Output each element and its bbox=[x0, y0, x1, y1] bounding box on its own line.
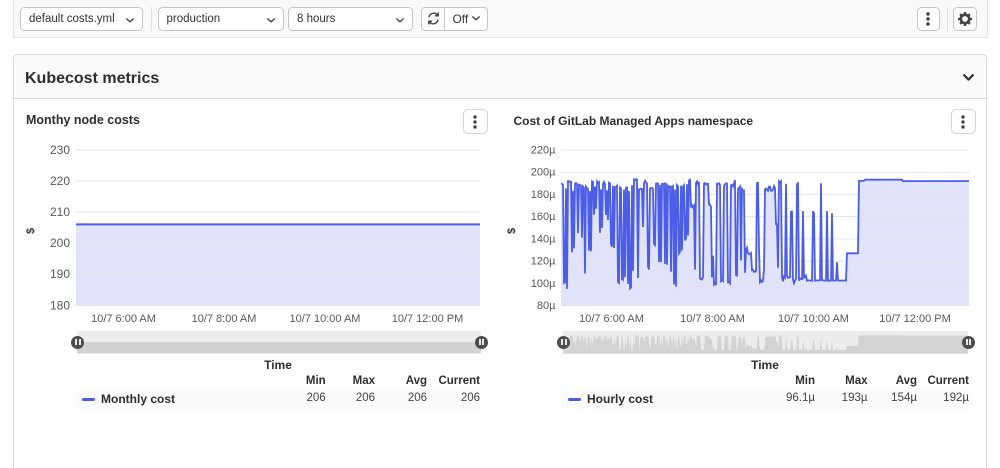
svg-text:100µ: 100µ bbox=[531, 278, 556, 290]
svg-text:210: 210 bbox=[50, 205, 70, 219]
svg-text:$: $ bbox=[506, 228, 518, 234]
svg-text:10/7 12:00 PM: 10/7 12:00 PM bbox=[392, 313, 464, 325]
svg-text:200: 200 bbox=[50, 236, 70, 250]
svg-text:180µ: 180µ bbox=[531, 189, 556, 201]
svg-text:140µ: 140µ bbox=[531, 233, 556, 245]
svg-text:10/7 8:00 AM: 10/7 8:00 AM bbox=[680, 313, 745, 325]
svg-text:120µ: 120µ bbox=[531, 256, 556, 268]
svg-text:160µ: 160µ bbox=[531, 211, 556, 223]
svg-text:10/7 6:00 AM: 10/7 6:00 AM bbox=[91, 313, 156, 325]
svg-text:190: 190 bbox=[50, 267, 70, 281]
svg-text:10/7 6:00 AM: 10/7 6:00 AM bbox=[579, 313, 644, 325]
svg-text:80µ: 80µ bbox=[537, 300, 556, 312]
svg-text:200µ: 200µ bbox=[531, 167, 556, 179]
svg-text:10/7 8:00 AM: 10/7 8:00 AM bbox=[192, 313, 257, 325]
svg-text:$: $ bbox=[25, 228, 37, 234]
svg-text:220: 220 bbox=[50, 174, 70, 188]
svg-text:10/7 10:00 AM: 10/7 10:00 AM bbox=[778, 313, 849, 325]
svg-text:220µ: 220µ bbox=[531, 145, 556, 157]
svg-text:230: 230 bbox=[50, 143, 70, 157]
svg-text:10/7 12:00 PM: 10/7 12:00 PM bbox=[879, 313, 951, 325]
svg-text:180: 180 bbox=[50, 299, 70, 313]
svg-text:10/7 10:00 AM: 10/7 10:00 AM bbox=[290, 313, 361, 325]
